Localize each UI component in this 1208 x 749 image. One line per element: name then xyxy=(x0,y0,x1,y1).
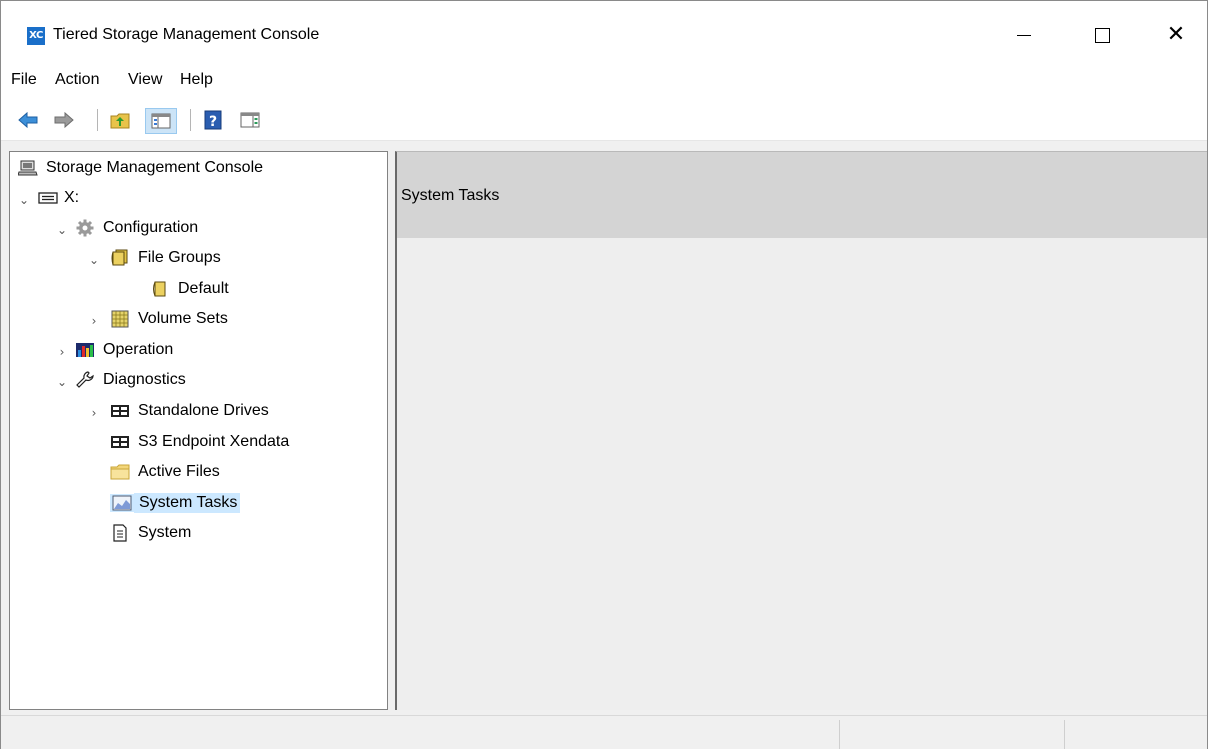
toolbar: ? xyxy=(1,97,1207,141)
result-pane[interactable]: System Tasks xyxy=(395,151,1207,710)
back-arrow-icon[interactable] xyxy=(17,109,39,131)
chevron-down-icon[interactable]: ⌄ xyxy=(56,224,68,236)
title-bar[interactable]: XC Tiered Storage Management Console ✕ xyxy=(1,1,1207,67)
show-hide-action-pane-icon[interactable] xyxy=(239,109,261,131)
tree-label-root: Storage Management Console xyxy=(46,159,264,176)
status-divider xyxy=(1064,720,1065,749)
chevron-right-icon[interactable]: › xyxy=(56,346,68,358)
tree-item-active-files[interactable]: Active Files xyxy=(110,460,223,484)
wrench-icon xyxy=(75,371,95,389)
chevron-down-icon[interactable]: ⌄ xyxy=(56,376,68,388)
app-logo-icon[interactable]: XC xyxy=(27,27,45,45)
console-tree[interactable]: Storage Management Console ⌄ X: ⌄ Config… xyxy=(9,151,388,710)
system-tasks-chart-icon xyxy=(110,494,134,512)
tree-label-system: System xyxy=(138,524,192,541)
tree-item-s3-endpoint[interactable]: S3 Endpoint Xendata xyxy=(110,430,292,454)
file-group-icon xyxy=(150,280,170,298)
close-button[interactable]: ✕ xyxy=(1153,15,1199,55)
tree-item-system[interactable]: System xyxy=(110,521,194,545)
tree-item-file-groups[interactable]: File Groups xyxy=(110,246,224,270)
result-title: System Tasks xyxy=(401,187,500,204)
tree-item-standalone-drives[interactable]: Standalone Drives xyxy=(110,399,272,423)
volume-sets-icon xyxy=(110,310,130,328)
main-window: XC Tiered Storage Management Console ✕ F… xyxy=(0,0,1208,749)
menu-action[interactable]: Action xyxy=(55,71,99,89)
tree-label-operation: Operation xyxy=(103,341,174,358)
maximize-button[interactable] xyxy=(1079,15,1125,55)
up-folder-icon[interactable] xyxy=(109,109,131,131)
gear-icon xyxy=(75,219,95,237)
tree-item-volume-sets[interactable]: Volume Sets xyxy=(110,307,231,331)
window-title: Tiered Storage Management Console xyxy=(53,26,320,43)
drives-icon xyxy=(110,402,130,420)
tree-label-s3-endpoint: S3 Endpoint Xendata xyxy=(138,433,290,450)
status-divider xyxy=(839,720,840,749)
tree-label-diagnostics: Diagnostics xyxy=(103,371,186,388)
toolbar-separator xyxy=(190,109,191,131)
tree-item-drive-x[interactable]: X: xyxy=(38,186,82,210)
menu-bar: File Action View Help xyxy=(1,67,1207,97)
folder-icon xyxy=(110,463,130,481)
forward-arrow-icon[interactable] xyxy=(53,109,75,131)
tree-label-active-files: Active Files xyxy=(138,463,220,480)
tree-item-operation[interactable]: Operation xyxy=(75,338,176,362)
show-hide-tree-icon[interactable] xyxy=(145,108,177,134)
help-icon[interactable]: ? xyxy=(202,109,224,131)
tree-item-system-tasks[interactable]: System Tasks xyxy=(110,491,241,515)
chevron-right-icon[interactable]: › xyxy=(88,407,100,419)
tree-label-standalone-drives: Standalone Drives xyxy=(138,402,269,419)
tree-label-drive: X: xyxy=(64,189,80,206)
tree-label-volume-sets: Volume Sets xyxy=(138,310,228,327)
menu-help[interactable]: Help xyxy=(180,71,213,89)
tree-item-diagnostics[interactable]: Diagnostics xyxy=(75,368,189,392)
svg-text:?: ? xyxy=(209,114,217,130)
tree-label-system-tasks: System Tasks xyxy=(134,493,241,513)
menu-view[interactable]: View xyxy=(128,71,162,89)
result-header: System Tasks xyxy=(397,152,1207,238)
status-bar xyxy=(1,715,1207,749)
file-groups-icon xyxy=(110,249,130,267)
minimize-button[interactable] xyxy=(1001,15,1047,55)
toolbar-separator xyxy=(97,109,98,131)
menu-file[interactable]: File xyxy=(11,71,37,89)
drives-icon xyxy=(110,433,130,451)
chevron-right-icon[interactable]: › xyxy=(88,315,100,327)
operation-chart-icon xyxy=(75,341,95,359)
tree-item-configuration[interactable]: Configuration xyxy=(75,216,201,240)
drive-icon xyxy=(38,189,58,207)
tree-item-root[interactable]: Storage Management Console xyxy=(17,156,266,180)
computer-icon xyxy=(17,159,38,177)
chevron-down-icon[interactable]: ⌄ xyxy=(88,254,100,266)
chevron-down-icon[interactable]: ⌄ xyxy=(18,194,30,206)
document-icon xyxy=(110,524,130,542)
tree-label-file-groups: File Groups xyxy=(138,249,221,266)
tree-item-default[interactable]: Default xyxy=(150,277,232,301)
tree-label-configuration: Configuration xyxy=(103,219,199,236)
tree-label-default: Default xyxy=(178,280,229,297)
